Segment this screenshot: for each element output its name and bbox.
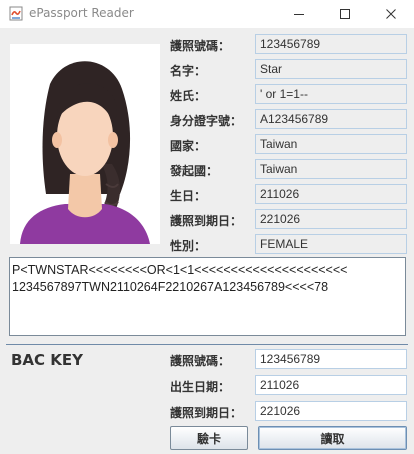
bac-birth-date-label: 出生日期： [170, 380, 231, 394]
issuing-country-label: 發起國： [170, 164, 219, 178]
issuing-country-field: Taiwan [255, 159, 407, 179]
passport-number-field: 123456789 [255, 34, 407, 54]
birthday-label: 生日： [170, 189, 207, 203]
gender-field: FEMALE [255, 234, 407, 254]
passport-number-label: 護照號碼： [170, 39, 231, 53]
maximize-button[interactable] [322, 0, 368, 28]
id-number-label: 身分證字號： [170, 114, 243, 128]
country-field: Taiwan [255, 134, 407, 154]
gender-label: 性別： [170, 239, 207, 253]
bac-birth-date-input[interactable]: 211026 [255, 375, 407, 395]
mrz-textarea[interactable]: P<TWNSTAR<<<<<<<<OR<1<1<<<<<<<<<<<<<<<<<… [9, 257, 406, 336]
expiry-date-field: 221026 [255, 209, 407, 229]
section-separator [6, 344, 408, 345]
window-title: ePassport Reader [29, 6, 134, 20]
read-button[interactable]: 讀取 [258, 426, 407, 450]
bac-expiry-date-input[interactable]: 221026 [255, 401, 407, 421]
close-button[interactable] [368, 0, 414, 28]
portrait-photo [10, 44, 160, 244]
mrz-line-1: P<TWNSTAR<<<<<<<<OR<1<1<<<<<<<<<<<<<<<<<… [12, 263, 348, 277]
app-icon [9, 6, 23, 21]
minimize-icon [294, 14, 304, 15]
last-name-field: ' or 1=1-- [255, 84, 407, 104]
minimize-button[interactable] [276, 0, 322, 28]
close-icon [386, 9, 396, 19]
title-bar: ePassport Reader [0, 0, 414, 28]
country-label: 國家： [170, 139, 207, 153]
mrz-line-2: 1234567897TWN2110264F2210267A123456789<<… [12, 280, 329, 294]
bac-key-title: BAC KEY [11, 351, 84, 369]
expiry-date-label: 護照到期日： [170, 214, 243, 228]
birthday-field: 211026 [255, 184, 407, 204]
maximize-icon [340, 9, 350, 19]
last-name-label: 姓氏： [170, 89, 207, 103]
verify-card-button[interactable]: 驗卡 [170, 426, 248, 450]
bac-passport-number-input[interactable]: 123456789 [255, 349, 407, 369]
passport-photo [10, 44, 160, 244]
bac-expiry-date-label: 護照到期日： [170, 406, 243, 420]
id-number-field: A123456789 [255, 109, 407, 129]
bac-passport-number-label: 護照號碼： [170, 354, 231, 368]
first-name-field: Star [255, 59, 407, 79]
main-panel: 護照號碼： 123456789 名字： Star 姓氏： ' or 1=1-- … [0, 28, 414, 454]
first-name-label: 名字： [170, 64, 207, 78]
